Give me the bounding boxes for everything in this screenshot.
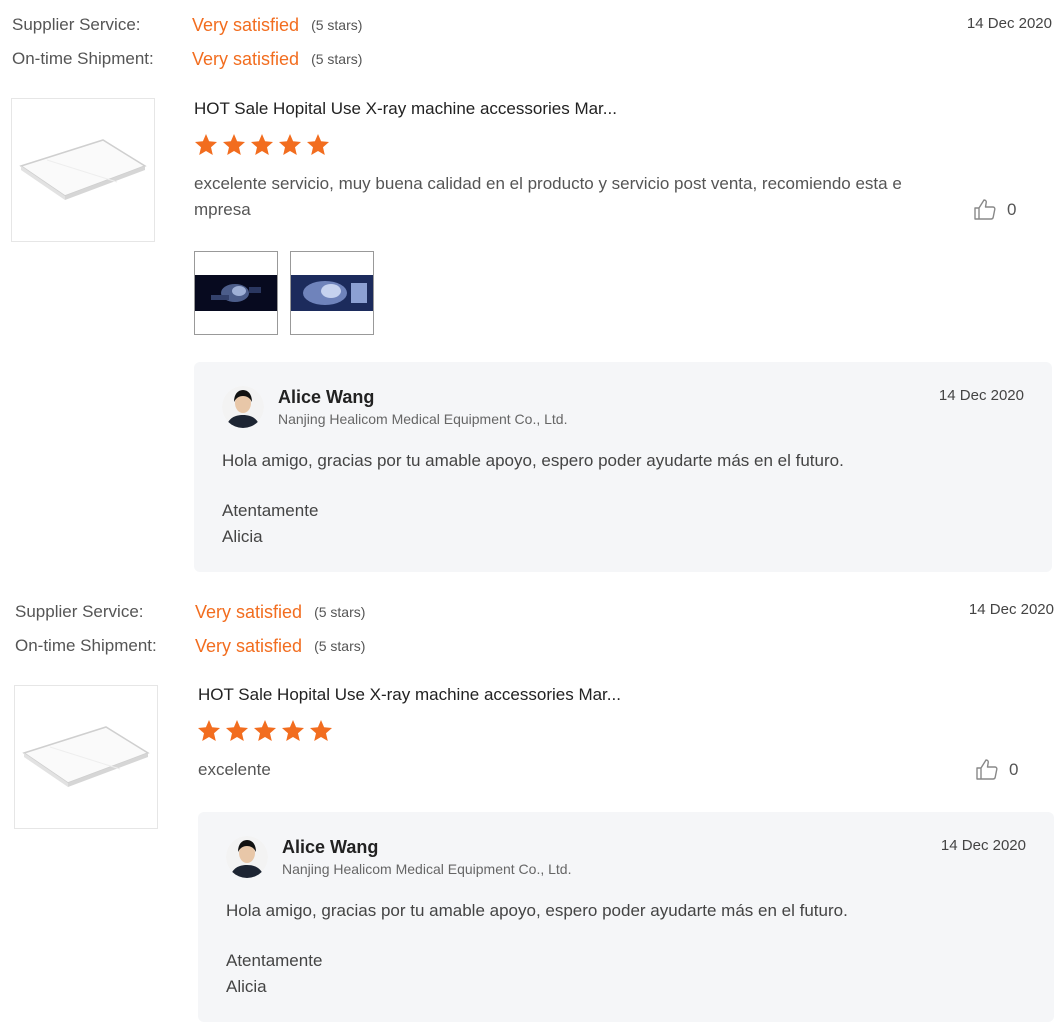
review-text: excelente: [198, 760, 271, 779]
xray-image: [291, 275, 373, 311]
reply-text: Hola amigo, gracias por tu amable apoyo,…: [226, 901, 848, 920]
shipment-value: Very satisfied: [195, 635, 303, 656]
supplier-service-rating: Supplier Service: Very satisfied (5 star…: [15, 600, 365, 624]
supplier-service-stars: (5 stars): [314, 604, 366, 620]
reply-author-name: Alice Wang: [282, 837, 379, 857]
product-thumbnail[interactable]: [14, 685, 158, 829]
like-button[interactable]: 0: [973, 198, 1016, 222]
star-icon: [279, 134, 301, 155]
review-photo[interactable]: [194, 251, 278, 335]
star-icon: [310, 720, 332, 741]
product-thumbnail[interactable]: [11, 98, 155, 242]
supplier-reply: Alice Wang Nanjing Healicom Medical Equi…: [194, 362, 1052, 572]
reply-date: 14 Dec 2020: [938, 387, 1024, 404]
shipment-stars: (5 stars): [311, 51, 363, 67]
shipment-rating: On-time Shipment: Very satisfied (5 star…: [12, 47, 362, 71]
shipment-rating: On-time Shipment: Very satisfied (5 star…: [15, 634, 365, 658]
review-date: 14 Dec 2020: [968, 601, 1054, 618]
product-image: [19, 139, 147, 200]
like-count: 0: [1009, 760, 1019, 779]
star-icon: [226, 720, 248, 741]
product-title-link[interactable]: HOT Sale Hopital Use X-ray machine acces…: [198, 685, 621, 705]
reply-signoff-line: Atentamente: [226, 951, 323, 970]
star-icon: [282, 720, 304, 741]
star-icon: [251, 134, 273, 155]
reply-signoff-name: Alicia: [222, 527, 263, 546]
review-photos: [194, 251, 374, 335]
reply-author-name: Alice Wang: [278, 387, 375, 407]
shipment-label: On-time Shipment:: [12, 49, 154, 68]
reply-signoff-name: Alicia: [226, 977, 267, 996]
reply-signoff: Atentamente Alicia: [222, 498, 318, 550]
review-photo[interactable]: [290, 251, 374, 335]
supplier-service-rating: Supplier Service: Very satisfied (5 star…: [12, 13, 362, 37]
shipment-value: Very satisfied: [192, 48, 300, 69]
star-rating: [197, 719, 333, 745]
like-button[interactable]: 0: [975, 758, 1018, 782]
star-icon: [195, 134, 217, 155]
reply-text: Hola amigo, gracias por tu amable apoyo,…: [222, 451, 844, 470]
reply-avatar: [222, 386, 264, 428]
reply-company: Nanjing Healicom Medical Equipment Co., …: [282, 861, 572, 877]
star-icon: [254, 720, 276, 741]
supplier-reply: Alice Wang Nanjing Healicom Medical Equi…: [198, 812, 1054, 1022]
xray-image: [195, 275, 277, 311]
star-icon: [198, 720, 220, 741]
review-item: Supplier Service: Very satisfied (5 star…: [0, 586, 1060, 1026]
reply-company: Nanjing Healicom Medical Equipment Co., …: [278, 411, 568, 427]
thumbs-up-icon: [974, 199, 996, 220]
thumbs-up-icon: [976, 759, 998, 780]
star-icon: [223, 134, 245, 155]
shipment-stars: (5 stars): [314, 638, 366, 654]
supplier-service-value: Very satisfied: [192, 14, 300, 35]
shipment-label: On-time Shipment:: [15, 636, 157, 655]
product-image: [22, 726, 150, 787]
product-title-link[interactable]: HOT Sale Hopital Use X-ray machine acces…: [194, 99, 617, 119]
like-count: 0: [1007, 200, 1017, 219]
supplier-service-stars: (5 stars): [311, 17, 363, 33]
supplier-service-label: Supplier Service:: [15, 602, 144, 621]
reply-date: 14 Dec 2020: [940, 837, 1026, 854]
star-icon: [307, 134, 329, 155]
star-rating: [194, 133, 330, 159]
supplier-service-value: Very satisfied: [195, 601, 303, 622]
supplier-service-label: Supplier Service:: [12, 15, 141, 34]
reply-signoff-line: Atentamente: [222, 501, 319, 520]
review-date: 14 Dec 2020: [966, 15, 1052, 32]
review-text: excelente servicio, muy buena calidad en…: [194, 174, 902, 219]
review-item: Supplier Service: Very satisfied (5 star…: [0, 0, 1060, 580]
reply-avatar: [226, 836, 268, 878]
reply-signoff: Atentamente Alicia: [226, 948, 322, 1000]
